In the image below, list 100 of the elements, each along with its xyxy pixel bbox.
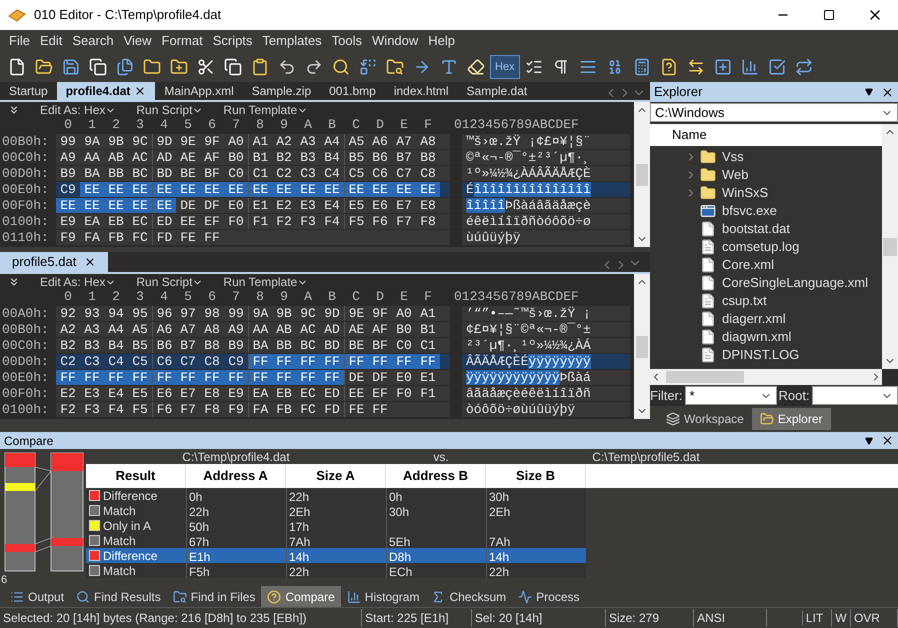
hex-byte[interactable]: 9F [200, 134, 224, 149]
hex-byte[interactable]: FF [56, 370, 80, 385]
file-tab[interactable]: 001.bmp [320, 82, 385, 100]
hex-byte[interactable]: EC [128, 214, 152, 229]
hex-byte[interactable]: E1 [248, 198, 272, 213]
hex-byte[interactable]: B0 [224, 150, 248, 165]
hex-byte[interactable]: E1 [416, 370, 440, 385]
hex-byte[interactable]: C3 [80, 354, 104, 369]
file-name[interactable]: csup.txt [722, 291, 767, 311]
hex-byte[interactable]: EB [104, 214, 128, 229]
hex-byte[interactable]: FF [344, 354, 368, 369]
file-tab[interactable]: profile5.dat [0, 252, 108, 272]
hex-byte[interactable]: FF [368, 402, 392, 417]
hex-byte[interactable]: C8 [416, 166, 440, 181]
file-tab[interactable]: profile4.dat [56, 82, 156, 100]
hex-byte[interactable]: BE [344, 338, 368, 353]
hex-byte[interactable]: AA [248, 322, 272, 337]
hex-byte[interactable]: EE [248, 182, 272, 197]
hex-byte[interactable]: C0 [224, 166, 248, 181]
hex-byte[interactable]: A6 [368, 134, 392, 149]
hex-byte[interactable]: C5 [344, 166, 368, 181]
hex-byte[interactable]: AB [104, 150, 128, 165]
hex-byte[interactable]: ED [152, 214, 176, 229]
file-name[interactable]: Vss [722, 147, 744, 167]
panel-tab[interactable]: Explorer [752, 408, 830, 430]
hex-byte[interactable]: B5 [128, 338, 152, 353]
file-tab[interactable]: Sample.dat [458, 82, 536, 100]
hex-byte[interactable]: DF [200, 198, 224, 213]
hex-byte[interactable]: FA [248, 402, 272, 417]
hex-byte[interactable]: FC [128, 230, 152, 245]
hex-byte[interactable]: C2 [272, 166, 296, 181]
hex-byte[interactable]: BB [272, 338, 296, 353]
hex-byte[interactable]: EB [272, 386, 296, 401]
hex-byte[interactable]: F2 [272, 214, 296, 229]
hex-byte[interactable]: BA [248, 338, 272, 353]
collapse-icon[interactable] [8, 276, 20, 288]
bottom-tab[interactable]: Process [512, 586, 586, 607]
hex-byte[interactable]: C6 [152, 354, 176, 369]
bottom-tab[interactable]: Compare [261, 586, 341, 607]
bottom-tab[interactable]: Output [4, 586, 70, 607]
hex-byte[interactable]: A7 [176, 322, 200, 337]
hex-byte[interactable]: F5 [128, 402, 152, 417]
file-name[interactable]: bfsvc.exe [722, 201, 777, 221]
hex-byte[interactable]: C8 [200, 354, 224, 369]
hex-byte[interactable]: C1 [416, 338, 440, 353]
scroll-thumb[interactable] [636, 164, 648, 186]
hex-byte[interactable]: EE [128, 198, 152, 213]
hex-byte[interactable]: A9 [56, 150, 80, 165]
file-name[interactable]: bootstat.dat [722, 219, 790, 239]
hex-byte[interactable]: AF [368, 322, 392, 337]
hex-byte[interactable]: F4 [104, 402, 128, 417]
hex-byte[interactable]: EE [104, 182, 128, 197]
hex-byte[interactable]: A3 [296, 134, 320, 149]
hex-byte[interactable]: 99 [224, 306, 248, 321]
hex-byte[interactable]: F3 [80, 402, 104, 417]
hex-byte[interactable]: EE [416, 182, 440, 197]
panel-tab[interactable]: Workspace [658, 408, 752, 430]
hex-byte[interactable]: FB [104, 230, 128, 245]
hex-byte[interactable]: AA [80, 150, 104, 165]
hex-byte[interactable]: AE [344, 322, 368, 337]
hex-byte[interactable]: EE [152, 198, 176, 213]
hex-byte[interactable]: FA [80, 230, 104, 245]
hex-byte[interactable]: A4 [104, 322, 128, 337]
hex-byte[interactable]: BF [200, 166, 224, 181]
dropdown-triangle-icon[interactable] [865, 436, 873, 444]
hex-byte[interactable]: F8 [416, 214, 440, 229]
hex-byte[interactable]: EE [344, 386, 368, 401]
hex-byte[interactable]: E7 [176, 386, 200, 401]
hex-byte[interactable]: C9 [224, 354, 248, 369]
hex-byte[interactable]: 9C [296, 306, 320, 321]
hex-byte[interactable]: F9 [224, 402, 248, 417]
hex-byte[interactable]: FF [152, 370, 176, 385]
hex-byte[interactable]: A1 [248, 134, 272, 149]
file-name[interactable]: Core.xml [722, 255, 774, 275]
hex-byte[interactable]: E5 [128, 386, 152, 401]
menu-item[interactable]: Scripts [208, 31, 258, 51]
hex-byte[interactable]: 9E [176, 134, 200, 149]
menu-item[interactable]: Window [367, 31, 424, 51]
hex-byte[interactable]: BC [296, 338, 320, 353]
bottom-tab[interactable]: Find in Files [166, 586, 262, 607]
hex-byte[interactable]: A8 [416, 134, 440, 149]
hex-byte[interactable]: E2 [272, 198, 296, 213]
bottom-tab[interactable]: Find Results [70, 586, 167, 607]
editor-menu[interactable]: Edit As: Hex [40, 101, 116, 119]
hex-byte[interactable]: EE [200, 182, 224, 197]
hex-byte[interactable]: DE [176, 198, 200, 213]
hex-byte[interactable]: A9 [224, 322, 248, 337]
editor-menu[interactable]: Run Script [136, 273, 204, 291]
hex-byte[interactable]: FF [128, 370, 152, 385]
hex-byte[interactable]: FF [368, 354, 392, 369]
hex-byte[interactable]: FF [104, 370, 128, 385]
column-header[interactable]: Name [650, 124, 882, 146]
hex-byte[interactable]: B8 [200, 338, 224, 353]
hex-byte[interactable]: 9F [368, 306, 392, 321]
hex-byte[interactable]: EE [152, 182, 176, 197]
scroll-thumb[interactable] [883, 238, 897, 256]
hex-byte[interactable]: EA [248, 386, 272, 401]
hex-byte[interactable]: F1 [248, 214, 272, 229]
hex-byte[interactable]: BC [128, 166, 152, 181]
compare-row[interactable]: Match 67h 7Ah 5Eh 7Ah [86, 533, 586, 548]
